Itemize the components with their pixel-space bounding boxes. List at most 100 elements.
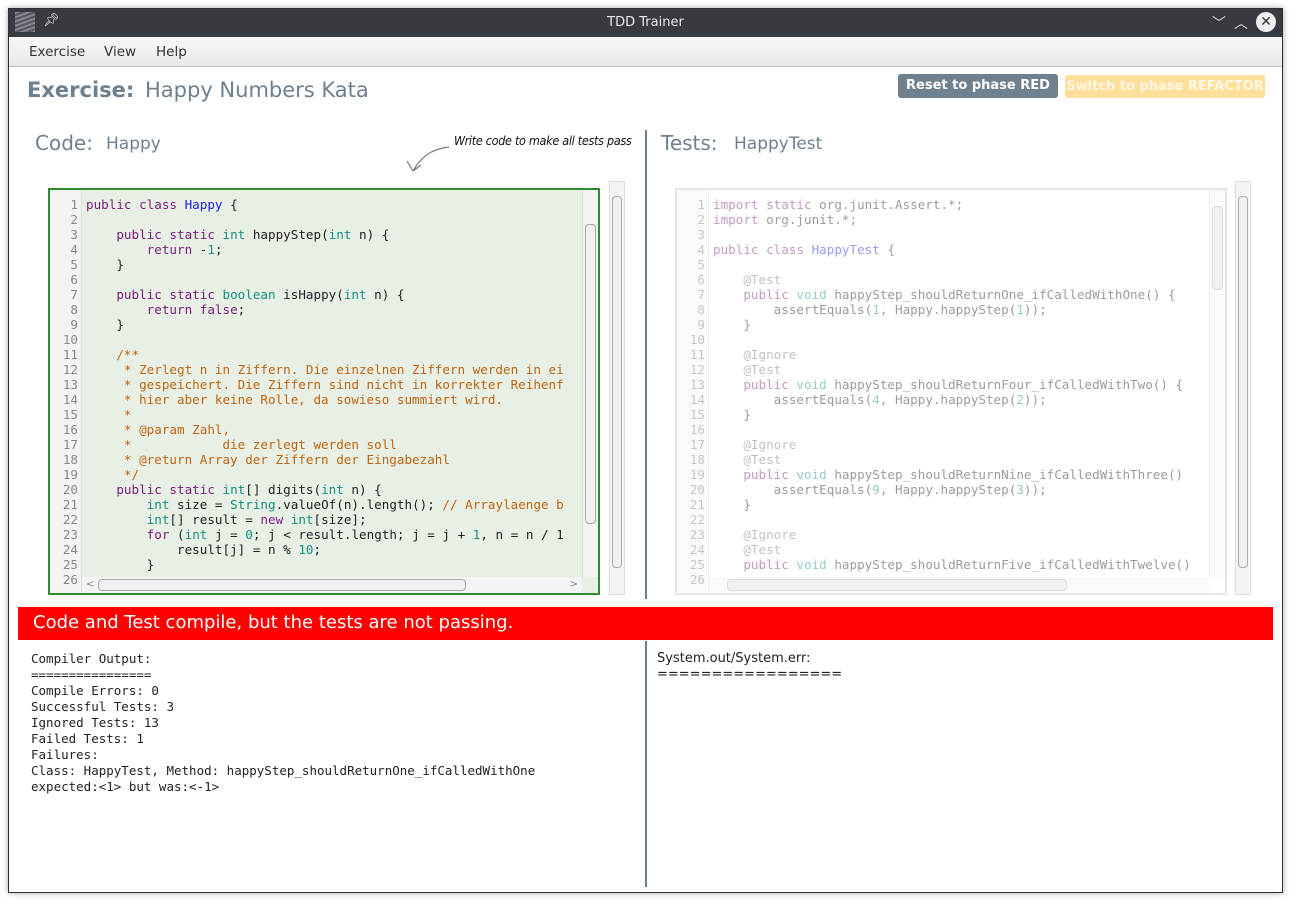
maximize-icon[interactable]: ︿: [1234, 13, 1248, 33]
code-horizontal-scrollbar[interactable]: < >: [82, 577, 582, 593]
code-token: @Test: [713, 542, 782, 557]
code-token: for: [146, 527, 178, 542]
code-token: ;: [214, 242, 223, 257]
code-token: @Ignore: [713, 437, 797, 452]
code-token: int: [222, 227, 246, 242]
code-token: ;: [237, 302, 246, 317]
test-editor[interactable]: 1 import static org.junit.Assert.*; 2 impor…: [675, 188, 1227, 595]
output-divider: [645, 641, 647, 887]
line-number: 9: [697, 317, 705, 332]
code-token: void: [796, 557, 827, 572]
code-line: 16: [677, 422, 1191, 437]
code-token: happyStep_shouldReturnNine_ifCalledWithT…: [826, 467, 1184, 482]
line-number: 9: [70, 317, 78, 332]
code-line: 20 public static int[] digits(int n) {: [50, 482, 564, 497]
code-line: 25 }: [50, 557, 564, 572]
pane-divider: [645, 130, 647, 599]
switch-to-refactor-button[interactable]: Switch to phase REFACTOR: [1065, 75, 1265, 98]
code-token: int: [321, 482, 344, 497]
code-token: [size];: [313, 512, 367, 527]
code-token: ;: [313, 542, 322, 557]
code-line: 13 public void happyStep_shouldReturnFou…: [677, 377, 1191, 392]
test-vertical-scrollbar[interactable]: [1209, 190, 1225, 577]
code-token: import: [713, 212, 767, 227]
code-line: 22 int[] result = new int[size];: [50, 512, 564, 527]
code-token: org.junit.*;: [766, 212, 858, 227]
code-token: size =: [169, 497, 231, 512]
line-number: 25: [689, 557, 705, 572]
code-token: 1: [1016, 302, 1024, 317]
code-line: 2: [50, 212, 564, 227]
code-token: happyStep_shouldReturnOne_ifCalledWithOn…: [826, 287, 1176, 302]
code-token: public class: [713, 242, 812, 257]
code-line: 4 return -1;: [50, 242, 564, 257]
menu-bar: Exercise View Help: [9, 37, 1282, 67]
code-line: 17 @Ignore: [677, 437, 1191, 452]
line-number: 6: [70, 272, 78, 287]
line-number: 13: [689, 377, 705, 392]
code-token: // Arraylaenge b: [442, 497, 564, 512]
code-token: }: [86, 557, 155, 572]
code-line: 25 public void happyStep_shouldReturnFiv…: [677, 557, 1191, 572]
output-line: Successful Tests: 3: [31, 699, 174, 714]
code-token: int: [328, 227, 352, 242]
code-token: isHappy(: [275, 287, 344, 302]
code-token: org.junit.Assert.*;: [819, 197, 964, 212]
code-token: {: [879, 242, 895, 257]
line-number: 21: [62, 497, 78, 512]
menu-help[interactable]: Help: [156, 44, 187, 60]
code-editor[interactable]: 1 public class Happy {2 3 public static in…: [48, 188, 600, 595]
reset-to-red-button[interactable]: Reset to phase RED: [898, 74, 1058, 98]
code-line: 18 * @return Array der Ziffern der Einga…: [50, 452, 564, 467]
code-line: 3 public static int happyStep(int n) {: [50, 227, 564, 242]
code-line: 18 @Test: [677, 452, 1191, 467]
code-line: 1 import static org.junit.Assert.*;: [677, 197, 1191, 212]
code-token: assertEquals(: [713, 392, 873, 407]
code-line: 8 assertEquals(1, Happy.happyStep(1));: [677, 302, 1191, 317]
close-icon[interactable]: ✕: [1256, 12, 1276, 32]
line-number: 8: [70, 302, 78, 317]
exercise-name: Happy Numbers Kata: [145, 78, 369, 102]
line-number: 18: [689, 452, 705, 467]
code-line: 11 /**: [50, 347, 564, 362]
line-number: 23: [62, 527, 78, 542]
code-token: .valueOf(n).length();: [275, 497, 443, 512]
output-line: ================: [31, 667, 152, 682]
line-number: 4: [697, 242, 705, 257]
code-token: n) {: [366, 287, 405, 302]
code-line: 14 * hier aber keine Rolle, da sowieso s…: [50, 392, 564, 407]
menu-exercise[interactable]: Exercise: [29, 44, 85, 60]
code-token: new: [260, 512, 291, 527]
code-outer-scrollbar[interactable]: [609, 181, 625, 595]
code-line: 14 assertEquals(4, Happy.happyStep(2));: [677, 392, 1191, 407]
code-token: , Happy.happyStep(: [879, 392, 1017, 407]
line-number: 5: [70, 257, 78, 272]
line-number: 20: [689, 482, 705, 497]
code-token: public static: [116, 227, 223, 242]
code-line: 23 for (int j = 0; j < result.length; j …: [50, 527, 564, 542]
code-line: 9 }: [50, 317, 564, 332]
code-token: , n = n / 1: [480, 527, 564, 542]
code-token: boolean: [222, 287, 276, 302]
code-line: 12 @Test: [677, 362, 1191, 377]
menu-view[interactable]: View: [104, 44, 136, 60]
output-line: Compile Errors: 0: [31, 683, 159, 698]
code-token: [] digits(: [245, 482, 322, 497]
line-number: 22: [62, 512, 78, 527]
code-token: }: [713, 317, 751, 332]
line-number: 19: [62, 467, 78, 482]
code-token: assertEquals(: [713, 302, 873, 317]
minimize-icon[interactable]: ﹀: [1212, 13, 1226, 33]
test-outer-scrollbar[interactable]: [1235, 181, 1251, 595]
test-horizontal-scrollbar[interactable]: [709, 577, 1209, 593]
line-number: 16: [62, 422, 78, 437]
line-number: 7: [697, 287, 705, 302]
code-token: public: [743, 377, 797, 392]
code-vertical-scrollbar[interactable]: [582, 190, 598, 577]
code-line: 1 public class Happy {: [50, 197, 564, 212]
code-class-name: Happy: [106, 134, 161, 154]
code-line: 16 * @param Zahl,: [50, 422, 564, 437]
